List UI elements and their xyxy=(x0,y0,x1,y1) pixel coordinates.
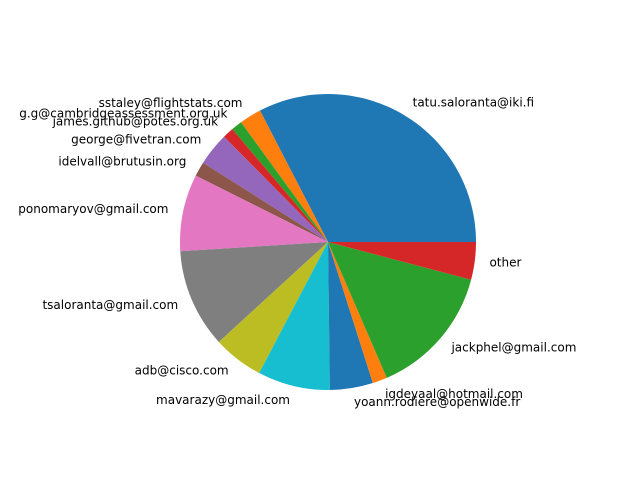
slice-label-5: idelvall@brutusin.org xyxy=(58,154,186,168)
slice-label-3: james.github@potes.org.uk xyxy=(52,114,219,128)
slice-label-13: other xyxy=(489,255,521,269)
slice-label-6: ponomaryov@gmail.com xyxy=(18,202,168,216)
slice-label-8: adb@cisco.com xyxy=(135,363,229,377)
slice-label-7: tsaloranta@gmail.com xyxy=(42,298,178,312)
slice-label-0: tatu.saloranta@iki.fi xyxy=(413,95,534,109)
slice-label-12: jackphel@gmail.com xyxy=(450,341,576,355)
pie-chart: tatu.saloranta@iki.fi sstaley@flightstats… xyxy=(0,0,640,480)
pie-chart-svg: tatu.saloranta@iki.fisstaley@flightstats… xyxy=(18,94,576,409)
slice-label-11: igdeyaal@hotmail.com xyxy=(385,387,523,401)
slice-label-4: george@fivetran.com xyxy=(71,132,201,146)
slices-layer xyxy=(179,94,476,391)
slice-label-9: mavarazy@gmail.com xyxy=(156,393,290,407)
